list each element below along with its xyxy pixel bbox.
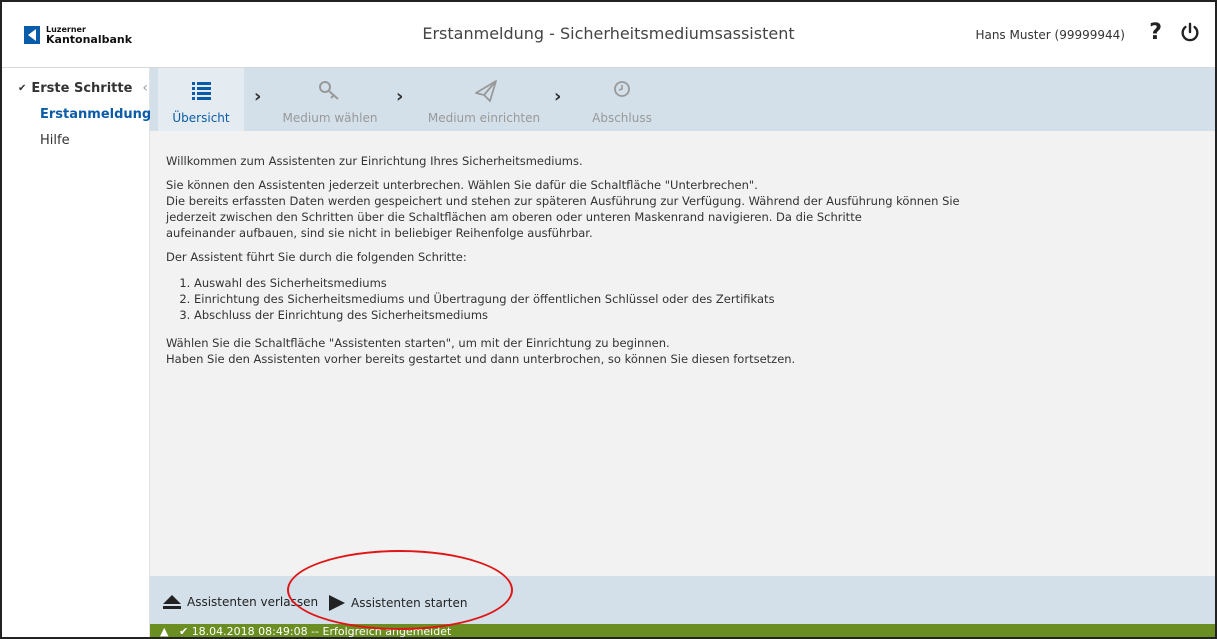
step-label: Abschluss (592, 111, 652, 125)
list-item: Auswahl des Sicherheitsmediums (194, 275, 1206, 291)
welcome-text: Willkommen zum Assistenten zur Einrichtu… (166, 154, 583, 168)
chevron-right-icon: › (254, 86, 262, 107)
sidebar: ✔ Erste Schritte ‹ Erstanmeldung Hilfe (2, 68, 151, 637)
clock-icon (614, 81, 630, 97)
step-uebersicht[interactable]: Übersicht (158, 68, 244, 131)
play-icon (329, 595, 345, 611)
status-bar[interactable]: ▲ ✔ 18.04.2018 08:49:08 -- Erfolgreich a… (150, 624, 1215, 638)
chevron-right-icon: › (554, 86, 562, 107)
intro-text: Willkommen zum Assistenten zur Einrichtu… (166, 153, 1206, 375)
step-medium-einrichten[interactable]: Medium einrichten (420, 68, 548, 131)
interrupt-paragraph: Sie können den Assistenten jederzeit unt… (166, 178, 960, 240)
steps-intro-text: Der Assistent führt Sie durch die folgen… (166, 250, 467, 264)
list-item: Abschluss der Einrichtung des Sicherheit… (194, 307, 1206, 323)
sidebar-group-label: Erste Schritte (31, 80, 133, 96)
wizard-steps: Übersicht › Medium wählen › Medium einri… (150, 68, 1215, 131)
power-icon[interactable] (1179, 22, 1201, 44)
start-paragraph: Wählen Sie die Schaltfläche "Assistenten… (166, 336, 796, 366)
chevron-right-icon: › (396, 86, 404, 107)
status-text: 18.04.2018 08:49:08 -- Erfolgreich angem… (191, 625, 452, 638)
step-label: Medium einrichten (427, 111, 541, 125)
key-icon (319, 81, 339, 100)
paper-plane-icon (475, 80, 497, 102)
main-panel: Übersicht › Medium wählen › Medium einri… (150, 68, 1215, 638)
chevron-down-icon: ✔ (18, 82, 27, 94)
check-icon: ✔ (178, 625, 189, 638)
step-label: Medium wählen (282, 111, 378, 125)
app-window: Luzerner Kantonalbank Erstanmeldung - Si… (0, 0, 1217, 639)
sidebar-group-erste-schritte[interactable]: ✔ Erste Schritte ‹ (2, 68, 149, 96)
step-label: Übersicht (172, 111, 230, 125)
eject-icon (163, 595, 181, 609)
step-abschluss[interactable]: Abschluss (574, 68, 670, 131)
chevron-left-icon[interactable]: ‹ (142, 80, 148, 96)
user-name[interactable]: Hans Muster (99999944) (975, 28, 1125, 42)
list-icon (192, 82, 211, 100)
question-icon[interactable]: ? (1149, 20, 1162, 45)
caret-up-icon: ▲ (160, 625, 169, 638)
steps-list: Auswahl des Sicherheitsmediums Einrichtu… (194, 275, 1206, 323)
start-assistant-button[interactable]: Assistenten starten (328, 594, 467, 612)
wizard-footer: Assistenten verlassen Assistenten starte… (150, 576, 1215, 624)
leave-assistant-label: Assistenten verlassen (187, 595, 319, 609)
leave-assistant-button[interactable]: Assistenten verlassen (162, 594, 318, 610)
sidebar-item-erstanmeldung[interactable]: Erstanmeldung (2, 96, 151, 122)
sidebar-item-hilfe[interactable]: Hilfe (2, 122, 149, 148)
step-medium-waehlen[interactable]: Medium wählen (278, 68, 382, 131)
list-item: Einrichtung des Sicherheitsmediums und Ü… (194, 291, 1206, 307)
start-assistant-label: Assistenten starten (351, 596, 468, 610)
header: Luzerner Kantonalbank Erstanmeldung - Si… (2, 2, 1215, 68)
